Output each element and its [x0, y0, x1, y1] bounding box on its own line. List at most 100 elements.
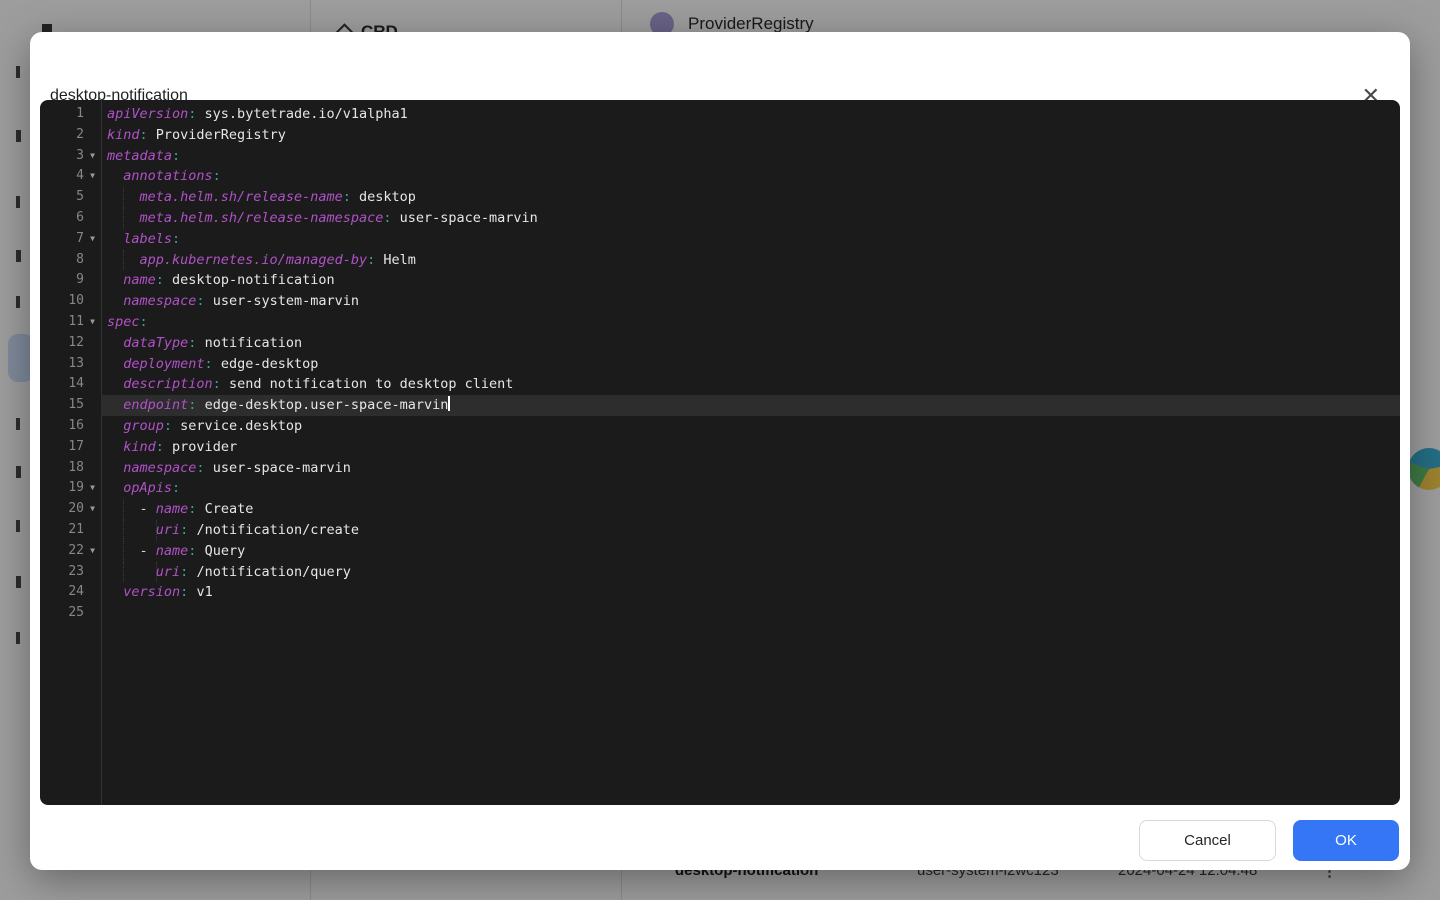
line-number: 6 — [40, 208, 84, 229]
cursor-caret — [448, 396, 450, 411]
line-number: 15 — [40, 395, 84, 416]
code-line[interactable]: 17 kind: provider — [40, 437, 1400, 458]
line-number: 22 — [40, 541, 84, 562]
code-token — [107, 272, 123, 288]
code-token: : — [213, 168, 221, 184]
fold-arrow-icon[interactable]: ▼ — [84, 478, 101, 499]
line-number: 23 — [40, 562, 84, 583]
code-token: user-system-marvin — [205, 293, 359, 309]
dialog: desktop-notification ✕ 1apiVersion: sys.… — [30, 32, 1410, 870]
code-line[interactable]: 11▼spec: — [40, 312, 1400, 333]
indent-guide — [123, 499, 124, 520]
fold-arrow-icon[interactable]: ▼ — [84, 312, 101, 333]
fold-arrow-icon[interactable]: ▼ — [84, 499, 101, 520]
code-token: sys.bytetrade.io/v1alpha1 — [196, 106, 407, 122]
code-line[interactable]: 15 endpoint: edge-desktop.user-space-mar… — [40, 395, 1400, 416]
indent-guide — [123, 541, 124, 562]
code-line[interactable]: 6 meta.helm.sh/release-namespace: user-s… — [40, 208, 1400, 229]
code-editor[interactable]: 1apiVersion: sys.bytetrade.io/v1alpha12k… — [40, 100, 1400, 805]
line-number: 1 — [40, 104, 84, 125]
code-token — [107, 564, 156, 580]
code-token: : — [156, 439, 164, 455]
indent-guide — [156, 562, 157, 583]
code-line[interactable]: 18 namespace: user-space-marvin — [40, 458, 1400, 479]
code-token: - — [107, 543, 156, 559]
code-token: service.desktop — [172, 418, 302, 434]
code-line[interactable]: 2kind: ProviderRegistry — [40, 125, 1400, 146]
code-token: notification — [196, 335, 302, 351]
code-token — [107, 231, 123, 247]
code-token: namespace — [123, 460, 196, 476]
code-token: user-space-marvin — [392, 210, 538, 226]
code-token: meta.helm.sh/release-namespace — [140, 210, 384, 226]
code-token: : — [196, 460, 204, 476]
code-line[interactable]: 21 uri: /notification/create — [40, 520, 1400, 541]
code-token — [107, 168, 123, 184]
fold-arrow-icon[interactable]: ▼ — [84, 166, 101, 187]
indent-guide — [123, 187, 124, 208]
line-number: 11 — [40, 312, 84, 333]
indent-guide — [123, 208, 124, 229]
code-token: kind — [107, 127, 140, 143]
code-token — [107, 397, 123, 413]
code-token: Query — [196, 543, 245, 559]
code-token: kind — [123, 439, 156, 455]
code-token: : — [196, 293, 204, 309]
line-number: 10 — [40, 291, 84, 312]
code-line[interactable]: 23 uri: /notification/query — [40, 562, 1400, 583]
code-token: endpoint — [123, 397, 188, 413]
code-token — [107, 522, 156, 538]
code-line[interactable]: 9 name: desktop-notification — [40, 270, 1400, 291]
code-token — [107, 460, 123, 476]
code-token: : — [140, 127, 148, 143]
code-line[interactable]: 8 app.kubernetes.io/managed-by: Helm — [40, 250, 1400, 271]
code-token — [107, 356, 123, 372]
cancel-button[interactable]: Cancel — [1139, 820, 1276, 861]
code-token: desktop-notification — [164, 272, 335, 288]
code-token: description — [123, 376, 212, 392]
code-line[interactable]: 19▼ opApis: — [40, 478, 1400, 499]
code-line[interactable]: 5 meta.helm.sh/release-name: desktop — [40, 187, 1400, 208]
code-token: : — [164, 418, 172, 434]
code-line[interactable]: 3▼metadata: — [40, 146, 1400, 167]
line-number: 25 — [40, 603, 84, 624]
code-token: user-space-marvin — [205, 460, 351, 476]
code-line[interactable]: 4▼ annotations: — [40, 166, 1400, 187]
fold-arrow-icon[interactable]: ▼ — [84, 146, 101, 167]
code-lines: 1apiVersion: sys.bytetrade.io/v1alpha12k… — [40, 104, 1400, 624]
code-token: uri — [156, 522, 180, 538]
code-line[interactable]: 1apiVersion: sys.bytetrade.io/v1alpha1 — [40, 104, 1400, 125]
fold-arrow-icon[interactable]: ▼ — [84, 229, 101, 250]
code-line[interactable]: 14 description: send notification to des… — [40, 374, 1400, 395]
line-number: 20 — [40, 499, 84, 520]
ok-button[interactable]: OK — [1293, 820, 1399, 861]
code-token: /notification/query — [188, 564, 351, 580]
code-token: provider — [164, 439, 237, 455]
indent-guide — [123, 562, 124, 583]
code-token: name — [156, 501, 189, 517]
code-line[interactable]: 13 deployment: edge-desktop — [40, 354, 1400, 375]
code-token: : — [172, 231, 180, 247]
code-token: namespace — [123, 293, 196, 309]
code-line[interactable]: 16 group: service.desktop — [40, 416, 1400, 437]
code-line[interactable]: 12 dataType: notification — [40, 333, 1400, 354]
line-number: 7 — [40, 229, 84, 250]
code-line[interactable]: 20▼ - name: Create — [40, 499, 1400, 520]
code-line[interactable]: 25 — [40, 603, 1400, 624]
code-token: uri — [156, 564, 180, 580]
code-line[interactable]: 24 version: v1 — [40, 582, 1400, 603]
code-line[interactable]: 22▼ - name: Query — [40, 541, 1400, 562]
code-line[interactable]: 10 namespace: user-system-marvin — [40, 291, 1400, 312]
code-token — [107, 480, 123, 496]
code-token — [107, 293, 123, 309]
code-token: : — [172, 148, 180, 164]
line-number: 16 — [40, 416, 84, 437]
code-token: dataType — [123, 335, 188, 351]
code-token: : — [172, 480, 180, 496]
code-line[interactable]: 7▼ labels: — [40, 229, 1400, 250]
line-number: 3 — [40, 146, 84, 167]
line-number: 18 — [40, 458, 84, 479]
fold-arrow-icon[interactable]: ▼ — [84, 541, 101, 562]
code-token: annotations — [123, 168, 212, 184]
code-token: Helm — [375, 252, 416, 268]
